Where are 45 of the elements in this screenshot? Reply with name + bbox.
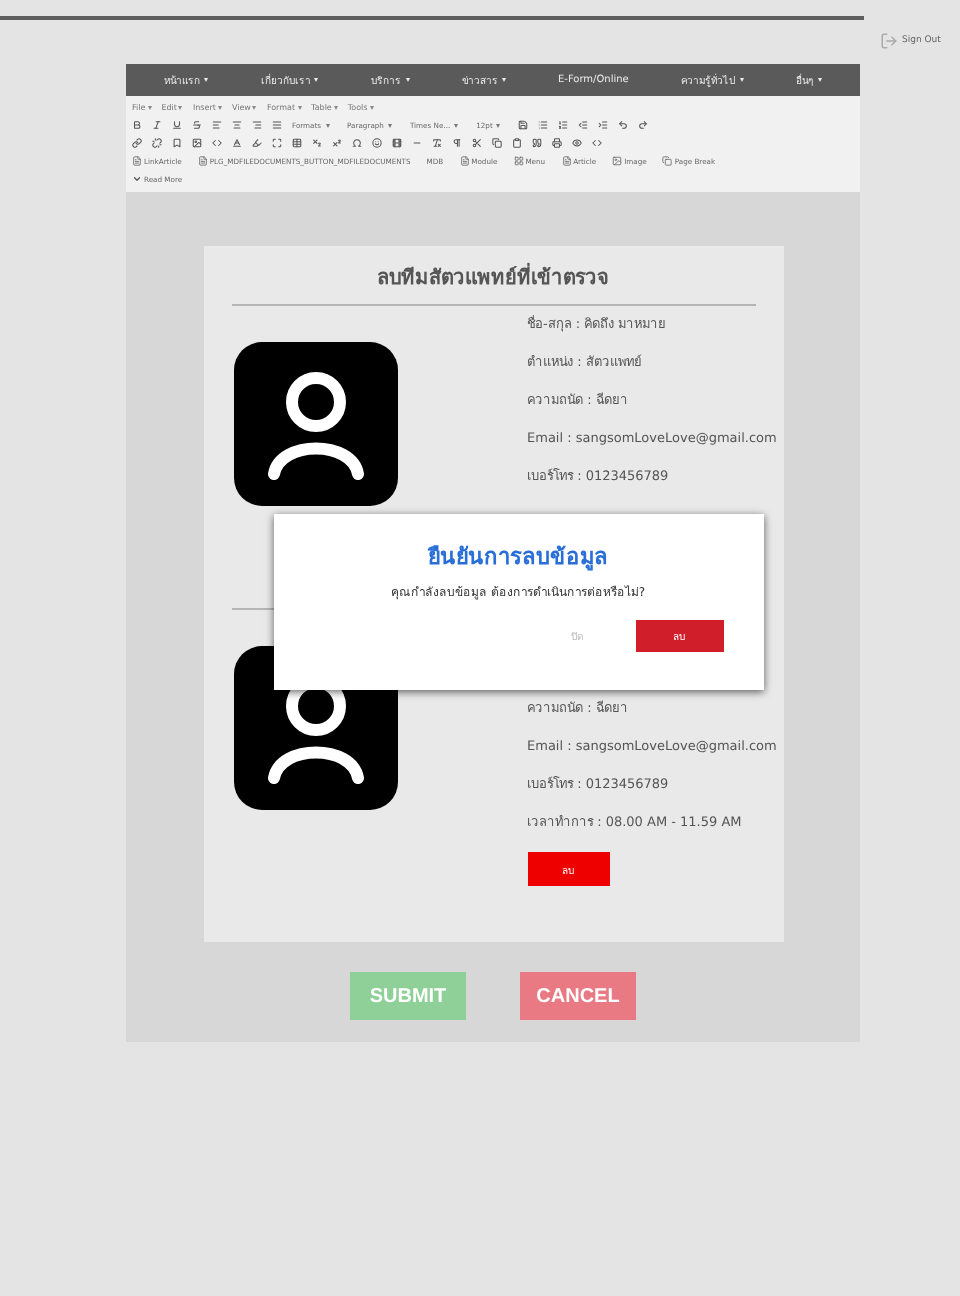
copy-icon[interactable] (492, 138, 502, 148)
page-icon (561, 156, 572, 166)
chevron-down-icon (132, 174, 142, 184)
image-icon[interactable] (192, 138, 202, 148)
clear-format-icon[interactable] (432, 138, 442, 148)
strikethrough-icon[interactable] (192, 120, 202, 130)
numbered-list-icon[interactable] (558, 120, 569, 130)
code-icon[interactable] (212, 138, 222, 148)
text-color-icon[interactable] (232, 138, 242, 148)
highlighter-icon[interactable] (252, 138, 262, 148)
outdent-icon[interactable] (578, 120, 589, 130)
indent-icon[interactable] (598, 120, 609, 130)
italic-icon[interactable] (152, 120, 162, 130)
redo-icon[interactable] (638, 120, 649, 130)
page-icon (132, 156, 142, 166)
sign-out-icon (880, 32, 898, 50)
table-icon[interactable] (292, 138, 302, 148)
paste-icon[interactable] (512, 138, 522, 148)
undo-icon[interactable] (618, 120, 629, 130)
cut-icon[interactable] (472, 138, 482, 148)
smiley-icon[interactable] (372, 138, 382, 148)
page-icon (459, 156, 470, 166)
bookmark-icon[interactable] (172, 138, 182, 148)
eye-icon[interactable] (572, 138, 582, 148)
grid-icon (513, 156, 524, 166)
person-icon (263, 368, 367, 480)
fullscreen-icon[interactable] (272, 138, 282, 148)
bold-icon[interactable] (132, 120, 142, 130)
image-icon (612, 156, 623, 166)
film-icon[interactable] (392, 138, 402, 148)
print-icon[interactable] (552, 138, 562, 148)
pilcrow-icon[interactable] (452, 138, 462, 148)
superscript-icon[interactable] (332, 138, 342, 148)
copy-icon (662, 156, 673, 166)
dialog-title: ยืนยันการลบข้อมูล (428, 542, 608, 574)
subscript-icon[interactable] (312, 138, 322, 148)
card-title: ลบทีมสัตวแพทย์ที่เข้าตรวจ (219, 262, 767, 304)
link-icon[interactable] (132, 138, 142, 148)
underline-icon[interactable] (172, 120, 182, 130)
unlink-icon[interactable] (152, 138, 162, 148)
quote-icon[interactable] (532, 138, 542, 148)
page-icon (197, 156, 208, 166)
save-icon[interactable] (518, 120, 529, 130)
source-code-icon[interactable] (592, 138, 602, 148)
omega-icon[interactable] (352, 138, 362, 148)
